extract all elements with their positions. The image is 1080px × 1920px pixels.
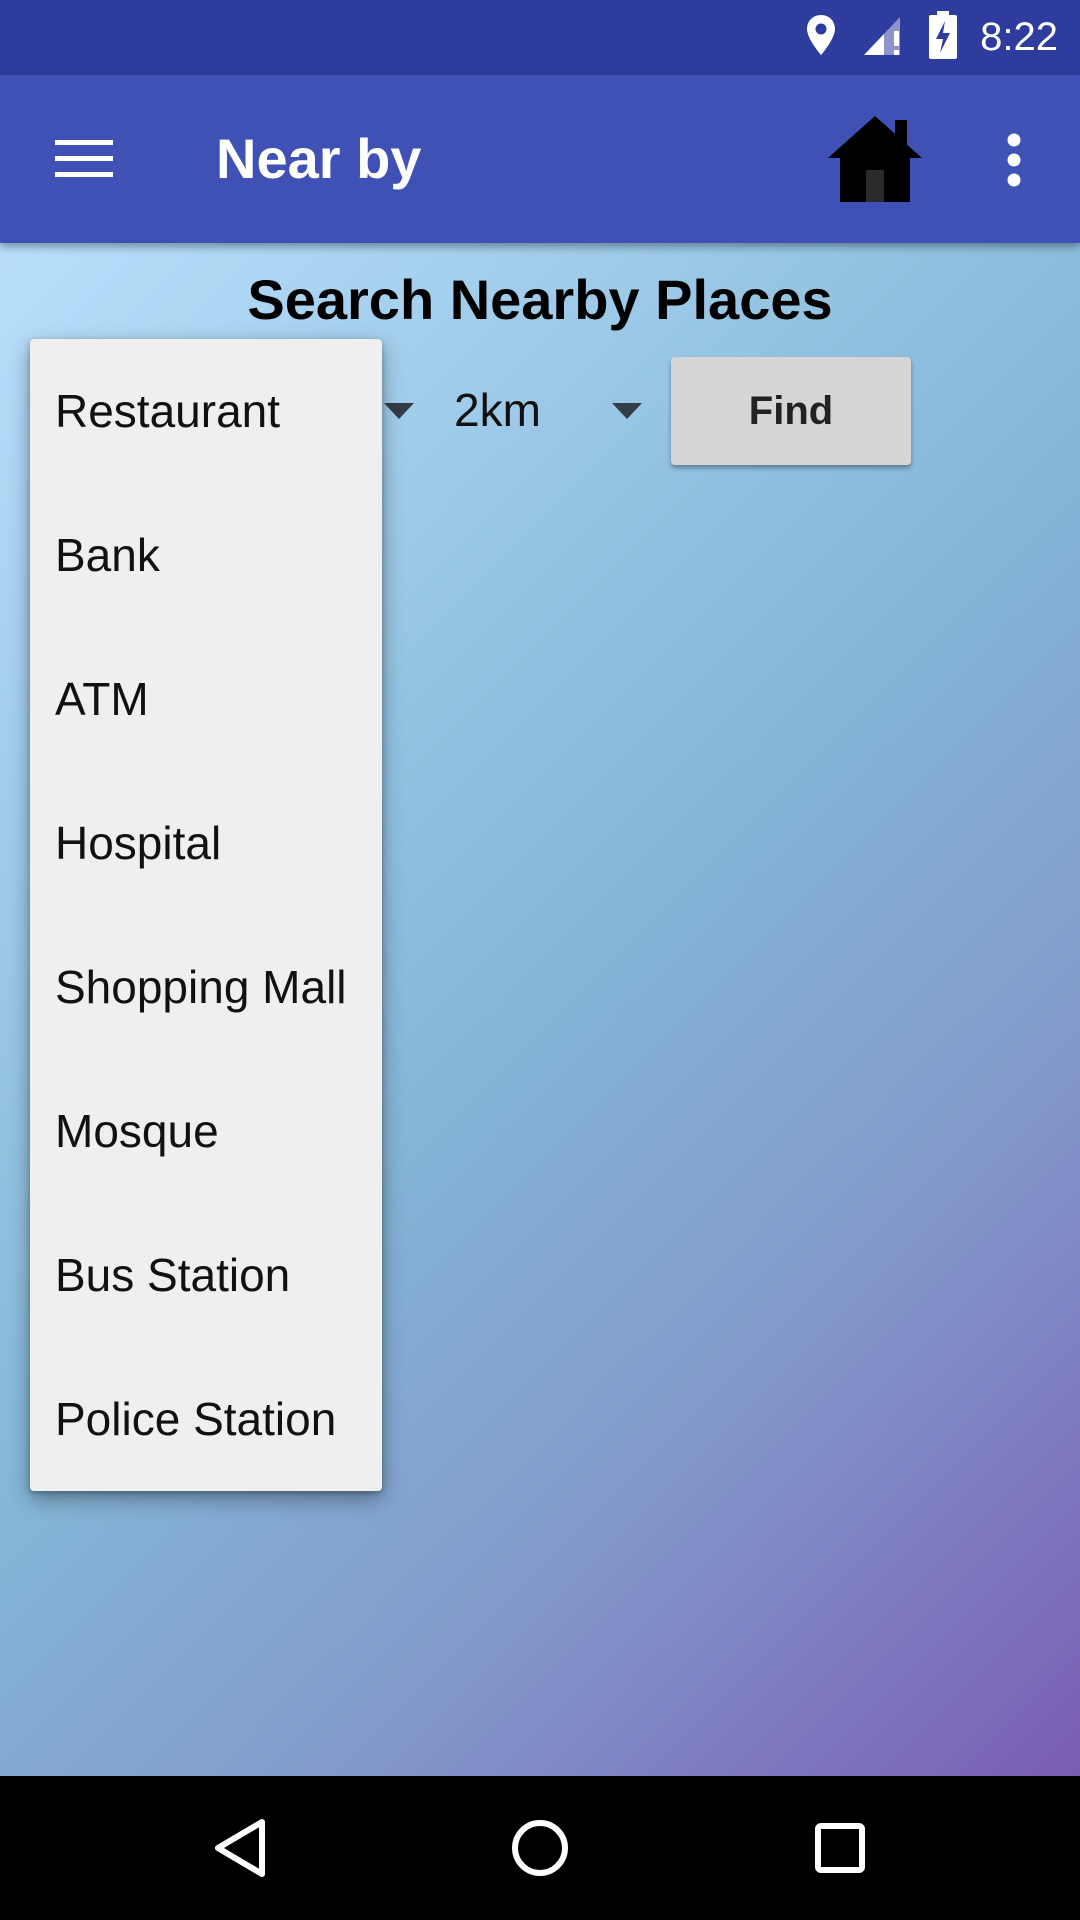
dropdown-item[interactable]: Mosque: [30, 1059, 382, 1203]
navigation-bar: [0, 1776, 1080, 1920]
recents-button[interactable]: [770, 1776, 910, 1920]
menu-icon: [55, 140, 113, 177]
dropdown-item[interactable]: Hospital: [30, 771, 382, 915]
status-time: 8:22: [980, 15, 1058, 59]
home-nav-button[interactable]: [470, 1776, 610, 1920]
category-dropdown: Restaurant Bank ATM Hospital Shopping Ma…: [30, 339, 382, 1491]
app-title: Near by: [216, 127, 422, 190]
recents-icon: [815, 1823, 865, 1873]
distance-value: 2km: [454, 384, 541, 436]
home-button[interactable]: [820, 113, 930, 205]
status-icons: 8:22: [804, 0, 1058, 75]
dropdown-item[interactable]: Restaurant: [30, 339, 382, 483]
back-button[interactable]: [170, 1776, 310, 1920]
chevron-down-icon: [384, 403, 414, 419]
app-bar: Near by: [0, 75, 1080, 243]
signal-icon: [860, 13, 906, 62]
back-icon: [215, 1819, 265, 1877]
page-heading: Search Nearby Places: [247, 268, 833, 331]
menu-button[interactable]: [36, 115, 132, 203]
find-button[interactable]: Find: [671, 357, 911, 465]
dropdown-item[interactable]: Police Station: [30, 1347, 382, 1491]
dropdown-item[interactable]: Shopping Mall: [30, 915, 382, 1059]
status-bar: 8:22: [0, 0, 1080, 75]
dropdown-item[interactable]: ATM: [30, 627, 382, 771]
dropdown-item[interactable]: Bus Station: [30, 1203, 382, 1347]
more-options-button[interactable]: [984, 119, 1044, 201]
dropdown-item[interactable]: Bank: [30, 483, 382, 627]
more-vert-icon: [1007, 133, 1021, 187]
battery-charging-icon: [928, 11, 958, 64]
home-icon: [828, 116, 922, 202]
home-circle-icon: [512, 1820, 568, 1876]
chevron-down-icon: [612, 403, 642, 419]
location-icon: [804, 13, 838, 62]
